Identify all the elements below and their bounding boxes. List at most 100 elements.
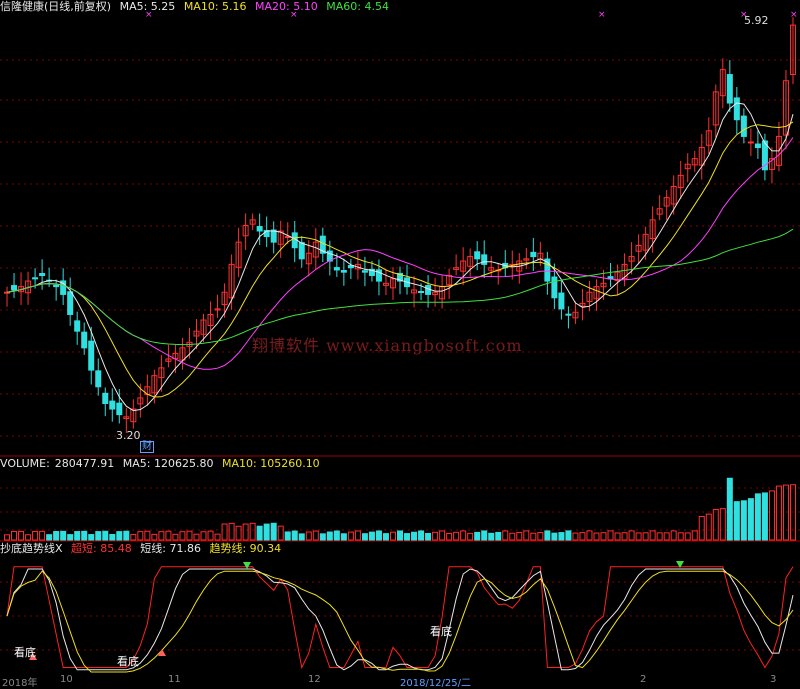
candle-body	[474, 251, 481, 260]
volume-bar	[432, 531, 439, 541]
volume-bar	[347, 531, 354, 541]
volume-bar	[284, 531, 291, 541]
indicator-name: 抄底趋势线X	[0, 542, 63, 555]
indicator-short-line: 短线: 71.86	[140, 542, 201, 555]
chart-title: 信隆健康(日线,前复权)	[0, 0, 112, 13]
volume-bar	[453, 531, 460, 541]
volume-bar	[207, 530, 214, 541]
volume-bar	[586, 530, 593, 541]
volume-bar	[488, 532, 495, 541]
candle-body	[11, 285, 18, 291]
volume-bar	[411, 531, 418, 541]
volume-bar	[523, 530, 530, 541]
volume-bar	[705, 513, 712, 541]
volume-bar	[691, 530, 698, 541]
volume-value: 280477.91	[54, 457, 115, 470]
candle-body	[733, 97, 740, 121]
volume-bar	[397, 530, 403, 541]
volume-bar	[137, 531, 144, 541]
volume-bar	[18, 530, 25, 541]
volume-bar	[144, 530, 151, 541]
candle-body	[32, 277, 39, 280]
volume-bar	[389, 531, 396, 541]
sell-signal-arrow	[243, 562, 251, 569]
candle-body	[88, 340, 95, 371]
volume-bar	[677, 532, 684, 541]
volume-bar	[88, 534, 95, 541]
indicator-ultra-short: 超短: 85.48	[71, 542, 132, 555]
volume-bar	[32, 530, 39, 541]
volume-bar	[551, 532, 558, 541]
volume-bar	[123, 530, 130, 541]
volume-bar	[172, 533, 179, 541]
candle-body	[333, 267, 340, 271]
candle-body	[270, 229, 277, 243]
volume-bar	[733, 501, 740, 541]
volume-bar	[558, 532, 565, 541]
volume-bar	[242, 523, 249, 541]
volume-bar	[579, 532, 586, 541]
top-marker: ×	[598, 10, 606, 20]
x-axis-label-6: 2	[640, 674, 647, 685]
volume-bar	[25, 534, 32, 541]
volume-bar	[333, 530, 340, 541]
volume-bar	[474, 531, 481, 541]
volume-bar	[446, 532, 453, 541]
volume-bar	[46, 534, 53, 541]
volume-bar	[460, 530, 467, 541]
candle-body	[109, 400, 116, 410]
volume-bar	[221, 523, 228, 541]
volume-title: VOLUME:	[0, 457, 50, 470]
volume-bar	[768, 490, 775, 541]
ma5-label: MA5: 5.25	[119, 0, 176, 13]
volume-bar	[305, 531, 312, 541]
volume-bar	[782, 484, 789, 541]
volume-ma10-label: MA10: 105260.10	[221, 457, 320, 470]
finance-badge[interactable]: 财	[140, 441, 154, 453]
candle-body	[418, 291, 425, 294]
volume-bar	[628, 530, 635, 541]
volume-bar	[516, 531, 523, 541]
x-axis-label-7: 3	[770, 674, 777, 685]
volume-bar	[530, 532, 537, 541]
volume-bar	[607, 530, 614, 541]
volume-ma5-label: MA5: 120625.80	[122, 457, 214, 470]
volume-bar	[291, 530, 298, 541]
volume-bar	[95, 531, 102, 541]
candle-body	[81, 331, 88, 349]
volume-bar	[439, 530, 446, 541]
volume-bar	[368, 531, 375, 541]
volume-bar	[642, 532, 649, 541]
volume-bar	[656, 532, 663, 541]
volume-bar	[319, 533, 326, 541]
volume-panel-header: VOLUME: 280477.91 MA5: 120625.80 MA10: 10…	[0, 457, 325, 471]
volume-bar	[565, 530, 572, 541]
volume-bar	[74, 531, 81, 541]
volume-bar	[614, 532, 621, 541]
volume-bar	[382, 533, 389, 541]
volume-bar	[712, 508, 719, 541]
indicator-trend-line: 趋势线: 90.34	[209, 542, 282, 555]
volume-bar	[404, 533, 411, 541]
candle-body	[726, 74, 733, 104]
volume-bar	[116, 531, 123, 541]
volume-bar	[312, 530, 319, 541]
volume-bar	[81, 530, 88, 541]
volume-bar	[425, 533, 432, 541]
low-price-label: 3.20	[116, 429, 141, 442]
volume-bar	[235, 525, 242, 541]
indicator-panel-header: 抄底趋势线X 超短: 85.48 短线: 71.86 趋势线: 90.34	[0, 542, 286, 556]
volume-bar	[537, 532, 544, 541]
ma10-label: MA10: 5.16	[183, 0, 247, 13]
volume-bar	[698, 515, 705, 541]
volume-bar	[544, 530, 551, 541]
volume-bar	[467, 532, 474, 541]
main-panel-header: 信隆健康(日线,前复权) MA5: 5.25 MA10: 5.16 MA20: …	[0, 0, 394, 14]
volume-bar	[649, 530, 656, 541]
volume-bar	[600, 532, 607, 541]
volume-bar	[39, 530, 46, 541]
volume-bar	[775, 485, 782, 541]
volume-bar	[481, 530, 488, 541]
volume-bar	[621, 532, 628, 541]
volume-bar	[670, 530, 677, 541]
